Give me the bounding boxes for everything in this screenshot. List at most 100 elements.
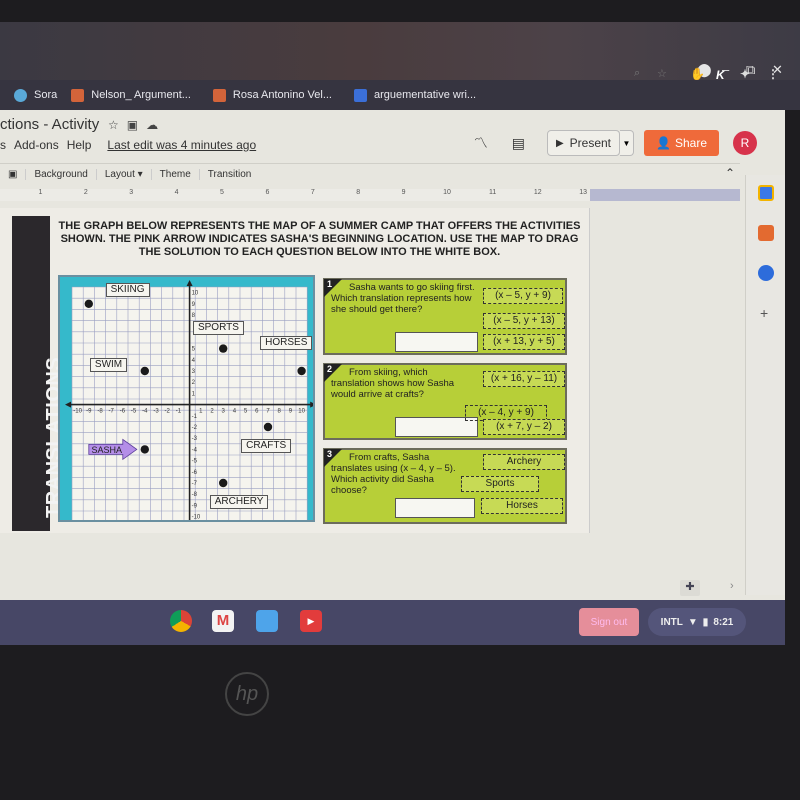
ruler-tick: 2 xyxy=(83,189,88,196)
slide-canvas[interactable]: TRANSLATIONS THE GRAPH BELOW REPRESENTS … xyxy=(0,208,590,636)
x-tick-label: 10 xyxy=(298,409,305,415)
x-tick-label: -1 xyxy=(176,409,182,415)
menu-addons[interactable]: Add-ons xyxy=(14,138,59,152)
ruler-ticks: 1 2 3 4 5 6 7 8 9 10 11 12 13 xyxy=(0,189,590,201)
draggable-option[interactable]: (x – 5, y + 9) xyxy=(483,288,563,304)
y-tick-label: -4 xyxy=(192,447,198,453)
y-tick-label: -8 xyxy=(192,492,198,498)
ruler-tick: 11 xyxy=(489,189,497,196)
slides-icon xyxy=(71,88,85,102)
bookmark-sora[interactable]: Sora xyxy=(14,88,57,102)
toolbar-background[interactable]: Background xyxy=(26,169,97,180)
x-axis-arrow xyxy=(310,401,313,408)
status-tray[interactable]: INTL ▼ ▮ 8:21 xyxy=(648,608,746,636)
menu-help[interactable]: Help xyxy=(67,138,92,152)
bookmark-nelson[interactable]: Nelson_ Argument... xyxy=(71,88,191,102)
location-dot-swim xyxy=(140,366,149,376)
avatar[interactable]: R xyxy=(733,131,757,155)
coordinate-grid: -10 -9 -8 -7 -6 -5 -4 -3 -2 -1 1 2 3 4 5 6 7 8 9 1012345891… xyxy=(65,280,313,520)
comments-icon[interactable]: ▤ xyxy=(512,135,525,152)
ruler: 1 2 3 4 5 6 7 8 9 10 11 12 13 xyxy=(0,189,740,201)
sasha-label: SASHA xyxy=(92,445,123,455)
bookmark-arguementative[interactable]: arguementative wri... xyxy=(354,88,476,102)
ruler-tick: 5 xyxy=(220,189,224,196)
extensions-puzzle-icon[interactable]: ✦ xyxy=(740,67,750,81)
draggable-option[interactable]: Sports xyxy=(461,476,539,492)
slides-app: ctions - Activity ☆▣☁ s Add-ons Help Las… xyxy=(0,110,785,636)
present-dropdown[interactable]: ▼ xyxy=(620,130,635,156)
present-button[interactable]: ▶ Present xyxy=(546,130,621,156)
x-tick-label: -8 xyxy=(97,409,103,415)
answer-drop-box[interactable] xyxy=(395,498,475,518)
question-text: From crafts, Sasha translates using (x –… xyxy=(331,452,456,496)
share-button[interactable]: 👤 Share xyxy=(644,130,719,156)
draggable-option[interactable]: Horses xyxy=(481,498,563,514)
chrome-icon[interactable] xyxy=(170,610,192,632)
location-label-horses: HORSES xyxy=(260,335,313,350)
side-panel-expand-icon[interactable]: › xyxy=(730,580,734,592)
y-tick-label: -2 xyxy=(192,425,198,431)
menu-bar: s Add-ons Help Last edit was 4 minutes a… xyxy=(0,138,256,152)
tasks-icon[interactable] xyxy=(758,265,774,281)
document-title[interactable]: ctions - Activity xyxy=(0,116,99,133)
menu-tools[interactable]: s xyxy=(0,138,6,152)
add-addon-icon[interactable]: + xyxy=(760,305,768,321)
location-label-crafts: CRAFTS xyxy=(241,438,292,453)
ruler-tick: 8 xyxy=(356,189,361,196)
docs-app-icon[interactable] xyxy=(256,610,278,632)
question-text: From skiing, which translation shows how… xyxy=(331,367,455,400)
draggable-option[interactable]: (x – 5, y + 13) xyxy=(483,313,565,329)
wifi-icon: ▼ xyxy=(687,616,698,628)
title-icons: ☆▣☁ xyxy=(108,118,166,132)
toolbar-theme[interactable]: Theme xyxy=(152,169,200,180)
x-tick-label: -4 xyxy=(142,409,148,415)
chromeos-shelf: M ▶ Sign out INTL ▼ ▮ 8:21 xyxy=(0,600,785,645)
more-menu-icon[interactable]: ⋮ xyxy=(767,67,779,81)
draggable-option[interactable]: (x + 16, y – 11) xyxy=(483,371,565,387)
y-tick-label: -9 xyxy=(192,503,198,509)
x-tick-label: -9 xyxy=(86,409,92,415)
location-dot-skiing xyxy=(84,299,93,308)
share-label: Share xyxy=(674,136,707,150)
activity-trend-icon[interactable]: 〽 xyxy=(474,133,488,153)
explore-button[interactable]: ✚ xyxy=(680,580,700,596)
calendar-icon[interactable] xyxy=(758,185,774,201)
toolbar-transition[interactable]: Transition xyxy=(200,169,260,180)
ime-indicator: INTL xyxy=(660,616,683,628)
sign-out-button[interactable]: Sign out xyxy=(579,608,639,636)
bookmark-rosa[interactable]: Rosa Antonino Vel... xyxy=(212,88,332,102)
cloud-status-icon[interactable]: ☁ xyxy=(146,118,166,132)
browser-titlebar: ⬤ – ⧉ ✕ ⌕ ☆ ✋ K ✦ ⋮ xyxy=(0,22,800,82)
gmail-icon[interactable]: M xyxy=(212,610,234,632)
toolbar-icon[interactable]: ▣ xyxy=(0,169,27,180)
star-icon[interactable]: ☆ xyxy=(108,118,127,132)
y-tick-label: -5 xyxy=(192,459,198,465)
x-axis-arrow xyxy=(65,401,71,408)
draggable-option[interactable]: (x + 13, y + 5) xyxy=(483,334,565,350)
hp-logo: hp xyxy=(225,672,269,716)
bookmarks-bar: Sora Nelson_ Argument... Rosa Antonino V… xyxy=(0,80,800,110)
last-edit-link[interactable]: Last edit was 4 minutes ago xyxy=(107,138,256,152)
x-tick-label: -5 xyxy=(131,409,137,415)
slides-icon xyxy=(212,88,226,102)
keep-icon[interactable] xyxy=(758,225,774,241)
collapse-toolbar-icon[interactable]: ⌃ xyxy=(725,166,735,180)
search-icon[interactable]: ⌕ xyxy=(634,67,640,80)
slide-toolbar: ▣ Background Layout ▾ Theme Transition ⌃ xyxy=(0,163,740,185)
draggable-option[interactable]: Archery xyxy=(483,454,565,470)
answer-drop-box[interactable] xyxy=(395,332,478,352)
toolbar-layout[interactable]: Layout ▾ xyxy=(97,169,152,180)
move-folder-icon[interactable]: ▣ xyxy=(127,118,146,132)
location-dot-crafts xyxy=(263,422,273,432)
ruler-tick: 1 xyxy=(38,189,43,196)
draggable-option[interactable]: (x + 7, y – 2) xyxy=(483,419,565,435)
extension-hand-icon[interactable]: ✋ xyxy=(690,67,705,81)
x-tick-label: -3 xyxy=(153,409,159,415)
star-icon[interactable]: ☆ xyxy=(657,67,667,80)
y-tick-label: -3 xyxy=(192,436,198,442)
question-3: 3 From crafts, Sasha translates using (x… xyxy=(323,448,567,524)
bookmark-label: Nelson_ Argument... xyxy=(91,89,191,101)
ruler-tick: 12 xyxy=(533,189,542,196)
youtube-icon[interactable]: ▶ xyxy=(300,610,322,632)
y-tick-label: 10 xyxy=(192,291,199,297)
